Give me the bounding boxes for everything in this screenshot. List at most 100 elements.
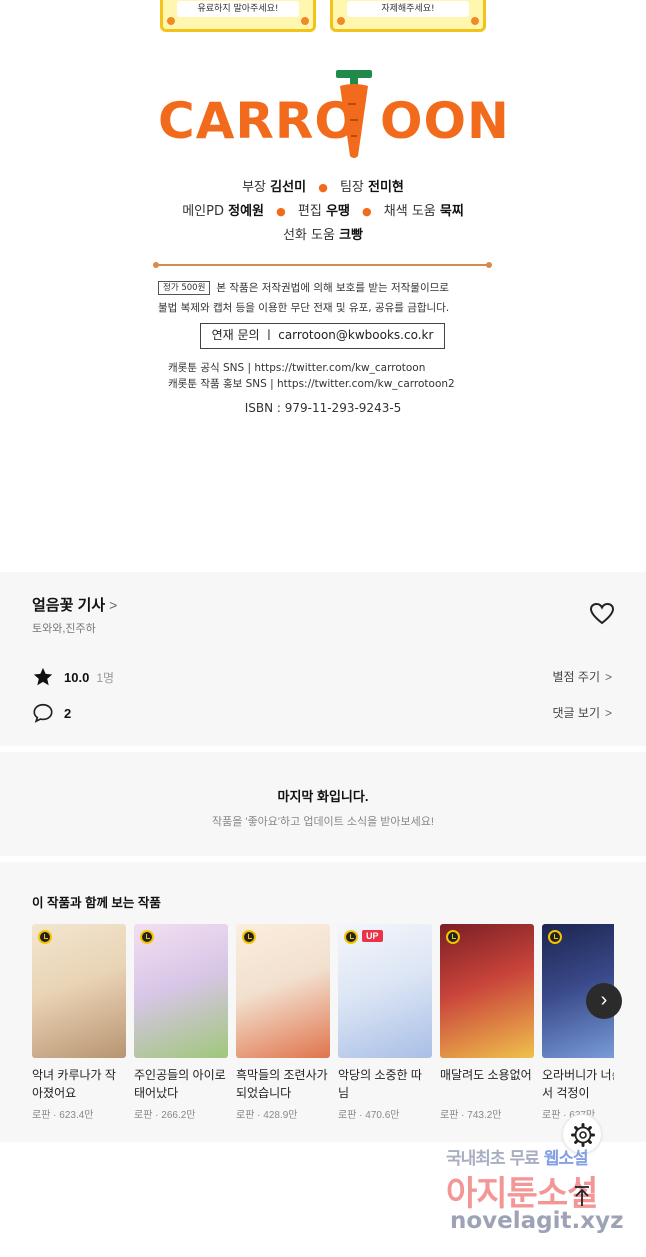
- scroll-to-top-button[interactable]: [562, 1176, 602, 1216]
- recommendations-section: 이 작품과 함께 보는 작품 악녀 카루나가 작아졌어요 로판 · 623.4만…: [0, 862, 646, 1142]
- comment-count: 2: [64, 705, 72, 721]
- leaf-decoration: [301, 17, 309, 25]
- top-banner-strip: 유료하지 말아주세요! 자제해주세요!: [0, 0, 646, 34]
- credit-name: 우땡: [325, 204, 350, 219]
- copyright-notice: 정가 500원 본 작품은 저작권법에 의해 보호를 받는 저작물이므로 불법 복…: [158, 278, 498, 318]
- card-meta: 로판 · 470.6만: [338, 1110, 400, 1121]
- banner-card-right-text: 자제해주세요!: [347, 1, 469, 17]
- recommendation-card[interactable]: 매달려도 소용없어 로판 · 743.2만: [440, 924, 534, 1121]
- recommendation-card[interactable]: 오라버니가 너순해서 걱정이 로판 · 637만: [542, 924, 614, 1121]
- credit-role: 채색 도움: [383, 204, 436, 219]
- wait-free-clock-icon: [242, 930, 256, 944]
- sns-links: 캐롯툰 공식 SNS | https://twitter.com/kw_carr…: [168, 360, 455, 392]
- wait-free-clock-icon: [548, 930, 562, 944]
- card-meta: 로판 · 266.2만: [134, 1110, 196, 1121]
- credit-name: 묵찌: [439, 204, 464, 219]
- dot-separator: ●: [276, 205, 286, 218]
- comment-bubble-icon: [33, 703, 53, 723]
- card-meta: 로판 · 743.2만: [440, 1110, 502, 1121]
- work-authors: 토와와,진주하: [32, 623, 96, 635]
- sns-official: 캐롯툰 공식 SNS | https://twitter.com/kw_carr…: [168, 362, 426, 374]
- recommendations-carousel[interactable]: 악녀 카루나가 작아졌어요 로판 · 623.4만 주인공들의 아이로 태어났다…: [32, 924, 614, 1134]
- wait-free-clock-icon: [344, 930, 358, 944]
- card-title: 오라버니가 너순해서 걱정이: [542, 1068, 614, 1100]
- staff-credits: 부장 김선미 ● 팀장 전미현 메인PD 정예원 ● 편집 우땡 ● 채색 도움…: [0, 176, 646, 248]
- credit-role: 부장: [242, 180, 267, 195]
- credit-role: 팀장: [339, 180, 364, 195]
- credit-name: 김선미: [270, 180, 307, 195]
- rating-row: 10.0 1명: [32, 666, 114, 688]
- cover-thumbnail: [134, 924, 228, 1058]
- view-comments-label: 댓글 보기: [552, 706, 600, 720]
- dot-separator: ●: [362, 205, 372, 218]
- logo-text-left: CARRO: [158, 92, 358, 150]
- cover-thumbnail: [440, 924, 534, 1058]
- card-title: 흑막들의 조련사가 되었습니다: [236, 1068, 328, 1100]
- chevron-right-icon: ›: [600, 989, 608, 1011]
- cover-thumbnail: [236, 924, 330, 1058]
- comment-row: 2: [32, 702, 71, 724]
- card-title: 매달려도 소용없어: [440, 1068, 532, 1082]
- wait-free-clock-icon: [38, 930, 52, 944]
- cover-thumbnail: UP: [338, 924, 432, 1058]
- credits-line: 부장 김선미 ● 팀장 전미현: [0, 176, 646, 200]
- price-tag: 정가 500원: [158, 281, 211, 295]
- recommendation-card[interactable]: 흑막들의 조련사가 되었습니다 로판 · 428.9만: [236, 924, 330, 1121]
- chevron-right-icon: >: [604, 706, 612, 720]
- notice-line-2: 불법 복제와 캡처 등을 이용한 무단 전재 및 유포, 공유를 금합니다.: [158, 302, 450, 314]
- star-icon: [33, 667, 53, 686]
- rating-count: 1명: [96, 670, 115, 685]
- credit-role: 편집: [297, 204, 322, 219]
- work-info-panel: 얼음꽃 기사 > 토와와,진주하 10.0 1명 별점 주기 > 2 댓글 보기 >: [0, 572, 646, 746]
- cover-thumbnail: [32, 924, 126, 1058]
- recommendation-card[interactable]: 악녀 카루나가 작아졌어요 로판 · 623.4만: [32, 924, 126, 1121]
- credit-name: 정예원: [228, 204, 264, 219]
- carrot-icon: [336, 70, 372, 158]
- card-title: 악당의 소중한 따님: [338, 1068, 422, 1100]
- up-badge: UP: [362, 930, 383, 942]
- credit-role: 선화 도움: [282, 228, 335, 243]
- rate-button-label: 별점 주기: [552, 670, 600, 684]
- wait-free-clock-icon: [446, 930, 460, 944]
- recommendations-heading: 이 작품과 함께 보는 작품: [32, 896, 161, 910]
- chevron-right-icon: >: [604, 670, 612, 684]
- orange-divider: [153, 262, 492, 268]
- logo-text-right: OON: [380, 92, 510, 150]
- banner-card-left-text: 유료하지 말아주세요!: [177, 1, 299, 17]
- recommendation-card[interactable]: UP 악당의 소중한 따님 로판 · 470.6만: [338, 924, 432, 1121]
- isbn: ISBN : 979-11-293-9243-5: [244, 401, 402, 415]
- leaf-decoration: [167, 17, 175, 25]
- dot-separator: ●: [318, 181, 328, 194]
- work-title: 얼음꽃 기사: [32, 597, 106, 614]
- leaf-decoration: [471, 17, 479, 25]
- last-episode-subtitle: 작품을 '좋아요'하고 업데이트 소식을 받아보세요!: [212, 816, 434, 828]
- view-comments-button[interactable]: 댓글 보기 >: [552, 704, 612, 721]
- carousel-next-button[interactable]: ›: [586, 983, 622, 1019]
- sns-promo: 캐롯툰 작품 홍보 SNS | https://twitter.com/kw_c…: [168, 378, 455, 390]
- card-meta: 로판 · 428.9만: [236, 1110, 298, 1121]
- card-title: 악녀 카루나가 작아졌어요: [32, 1068, 116, 1100]
- notice-line-1: 본 작품은 저작권법에 의해 보호를 받는 저작물이므로: [216, 282, 449, 294]
- credit-name: 크빵: [339, 228, 364, 243]
- wait-free-clock-icon: [140, 930, 154, 944]
- credits-line: 선화 도움 크빵: [0, 224, 646, 248]
- last-episode-title: 마지막 화입니다.: [277, 789, 369, 804]
- banner-card-left: 유료하지 말아주세요!: [160, 0, 316, 32]
- arrow-up-icon: [575, 1186, 589, 1206]
- heart-icon[interactable]: [589, 602, 615, 626]
- rate-button[interactable]: 별점 주기 >: [552, 668, 612, 685]
- contact-box: 연재 문의 ㅣ carrotoon@kwbooks.co.kr: [200, 323, 445, 349]
- card-title: 주인공들의 아이로 태어났다: [134, 1068, 226, 1100]
- rating-value: 10.0: [64, 669, 90, 685]
- chevron-right-icon: >: [109, 597, 118, 613]
- leaf-decoration: [337, 17, 345, 25]
- credits-line: 메인PD 정예원 ● 편집 우땡 ● 채색 도움 묵찌: [0, 200, 646, 224]
- carrotoon-logo: CARRO OON: [158, 70, 509, 160]
- banner-card-right: 자제해주세요!: [330, 0, 486, 32]
- card-meta: 로판 · 623.4만: [32, 1110, 94, 1121]
- credit-name: 전미현: [368, 180, 404, 195]
- recommendation-card[interactable]: 주인공들의 아이로 태어났다 로판 · 266.2만: [134, 924, 228, 1121]
- work-title-link[interactable]: 얼음꽃 기사 >: [32, 594, 117, 615]
- last-episode-notice: 마지막 화입니다. 작품을 '좋아요'하고 업데이트 소식을 받아보세요!: [0, 752, 646, 856]
- credit-role: 메인PD: [182, 204, 224, 219]
